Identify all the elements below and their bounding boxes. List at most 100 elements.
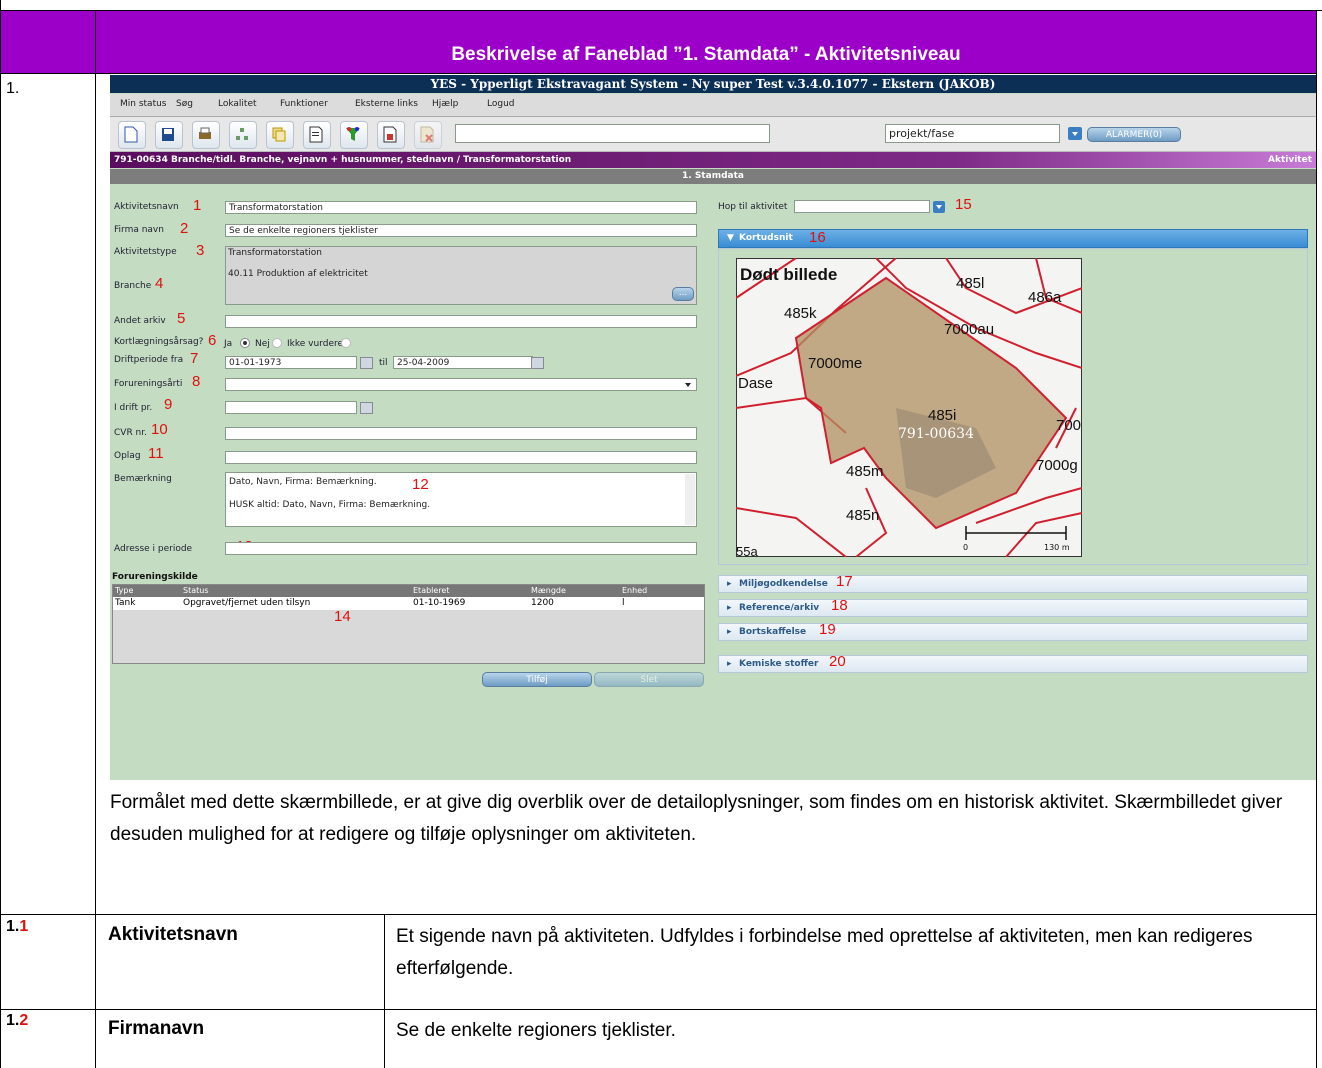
oplag-label: Oplag — [114, 451, 141, 461]
cvr-input[interactable] — [225, 427, 697, 440]
textarea-scrollbar[interactable] — [685, 474, 695, 525]
marker-10: 10 — [151, 421, 168, 438]
bemaerkning-line-2: HUSK altid: Dato, Navn, Firma: Bemærknin… — [229, 500, 431, 510]
app-screenshot: YES - Ypperligt Ekstravagant System - Ny… — [110, 75, 1316, 780]
drift-til-input[interactable]: 25-04-2009 — [393, 356, 533, 369]
calendar-icon[interactable] — [360, 357, 373, 369]
toolbar-search-input[interactable] — [455, 124, 770, 143]
menu-item-hjaelp[interactable]: Hjælp — [432, 99, 458, 109]
kilde-cell-status: Opgravet/fjernet uden tilsyn — [183, 598, 311, 608]
section-miljogodkendelse[interactable]: ▸ Miljøgodkendelse 17 — [718, 574, 1308, 593]
firma-input[interactable]: Se de enkelte regioners tjeklister — [225, 224, 697, 237]
kortudsnit-header[interactable]: ▼ Kortudsnit 16 — [718, 229, 1308, 248]
menu-item-sog[interactable]: Søg — [176, 99, 193, 109]
forurening-label: Forureningsårti — [114, 379, 183, 389]
marker-20: 20 — [829, 653, 846, 670]
hop-input[interactable] — [794, 200, 930, 213]
drift-fra-input[interactable]: 01-01-1973 — [225, 356, 357, 369]
kilde-cell-etableret: 01-10-1969 — [413, 598, 466, 608]
filter-button[interactable] — [340, 121, 368, 149]
map-label: Dase — [738, 375, 773, 392]
kilde-col-maengde[interactable]: Mængde — [531, 586, 566, 595]
aktivitetsnavn-input[interactable]: Transformatorstation — [225, 201, 697, 214]
radio-ja-label: Ja — [224, 339, 233, 349]
section-kemiske-stoffer[interactable]: ▸ Kemiske stoffer 20 — [718, 653, 1308, 673]
forurening-select[interactable] — [225, 378, 697, 391]
tab-stamdata[interactable]: 1. Stamdata — [110, 169, 1316, 184]
section-reference-arkiv[interactable]: ▸ Reference/arkiv 18 — [718, 598, 1308, 617]
expand-arrow-icon: ▸ — [727, 603, 732, 613]
map-image[interactable]: Dødt billede 485l 486a 485k 7000au 7000m… — [736, 258, 1082, 557]
kilde-col-status[interactable]: Status — [183, 586, 209, 595]
adresse-label: Adresse i periode — [114, 544, 193, 554]
tree-button[interactable] — [229, 121, 257, 149]
marker-9: 9 — [164, 396, 173, 413]
window-title: YES - Ypperligt Ekstravagant System - Ny… — [110, 75, 1316, 93]
calendar-icon[interactable] — [360, 402, 373, 414]
row-number: 1. — [6, 80, 20, 97]
filter-icon — [346, 127, 360, 141]
kilde-col-etableret[interactable]: Etableret — [413, 586, 450, 595]
marker-12: 12 — [412, 476, 429, 493]
map-dead-label: Dødt billede — [740, 265, 837, 284]
aktivitetsnavn-label: Aktivitetsnavn — [114, 202, 179, 212]
export-icon — [383, 126, 397, 143]
chevron-down-icon — [1072, 132, 1078, 136]
kilde-title: Forureningskilde — [112, 572, 198, 582]
copy-icon — [272, 127, 286, 142]
marker-14: 14 — [334, 608, 351, 625]
bemaerkning-textarea[interactable]: Dato, Navn, Firma: Bemærkning. HUSK alti… — [225, 472, 697, 527]
radio-selected-dot — [243, 341, 247, 345]
branche-value: 40.11 Produktion af elektricitet — [228, 269, 368, 279]
hop-dropdown-button[interactable] — [933, 201, 945, 213]
export-button[interactable] — [377, 121, 405, 149]
kilde-col-type[interactable]: Type — [115, 586, 133, 595]
bemaerkning-line-1: Dato, Navn, Firma: Bemærkning. — [229, 477, 377, 487]
table-row[interactable]: Tank Opgravet/fjernet uden tilsyn 01-10-… — [113, 597, 704, 610]
delete-row-button[interactable]: Slet — [594, 672, 704, 687]
radio-ikke-vurderet[interactable] — [341, 338, 351, 348]
kilde-col-enhed[interactable]: Enhed — [622, 586, 647, 595]
copy-button[interactable] — [266, 121, 294, 149]
idrift-input[interactable] — [225, 401, 357, 414]
term-firmanavn: Firmanavn — [108, 1018, 205, 1039]
map-label: 485m — [846, 463, 884, 480]
delete-button[interactable] — [414, 121, 442, 149]
page-title: Beskrivelse af Faneblad ”1. Stamdata” - … — [451, 44, 961, 65]
printer-icon — [199, 127, 211, 139]
header-bottom-border — [0, 73, 1317, 74]
alarm-button[interactable]: ALARMER(0) — [1087, 127, 1181, 142]
menu-item-lokalitet[interactable]: Lokalitet — [218, 99, 257, 109]
menu-item-logud[interactable]: Logud — [487, 99, 515, 109]
arkiv-input[interactable] — [225, 315, 697, 328]
definition-firmanavn: Se de enkelte regioners tjeklister. — [396, 1020, 676, 1041]
search-type-select[interactable]: projekt/fase — [885, 124, 1060, 143]
add-button[interactable]: Tilføj — [482, 672, 592, 687]
map-label: 700 — [1056, 417, 1081, 434]
adresse-input[interactable] — [225, 542, 697, 555]
report-button[interactable] — [303, 121, 331, 149]
kilde-cell-maengde: 1200 — [531, 598, 554, 608]
menu-item-funktioner[interactable]: Funktioner — [280, 99, 328, 109]
table-right-border — [1316, 10, 1317, 1068]
calendar-icon[interactable] — [531, 357, 544, 369]
print-button[interactable] — [192, 121, 220, 149]
map-label: 485i — [928, 407, 956, 424]
search-type-dropdown-button[interactable] — [1068, 127, 1082, 140]
map-label: 791-00634 — [898, 426, 974, 442]
new-document-button[interactable] — [118, 121, 146, 149]
oplag-input[interactable] — [225, 451, 697, 464]
menu-item-min-status[interactable]: Min status — [120, 99, 167, 109]
save-button[interactable] — [155, 121, 183, 149]
marker-7: 7 — [190, 350, 199, 367]
radio-ikke-label: Ikke vurderet — [287, 339, 347, 349]
marker-1: 1 — [193, 197, 202, 214]
term-aktivitetsnavn: Aktivitetsnavn — [108, 924, 238, 945]
menu-item-eksterne-links[interactable]: Eksterne links — [355, 99, 418, 109]
kilde-cell-enhed: l — [622, 598, 625, 608]
browse-branche-button[interactable]: ... — [672, 287, 694, 301]
radio-nej[interactable] — [272, 338, 282, 348]
section-label: Reference/arkiv — [739, 603, 820, 613]
section-bortskaffelse[interactable]: ▸ Bortskaffelse 19 — [718, 622, 1308, 641]
radio-ja[interactable] — [240, 338, 250, 348]
